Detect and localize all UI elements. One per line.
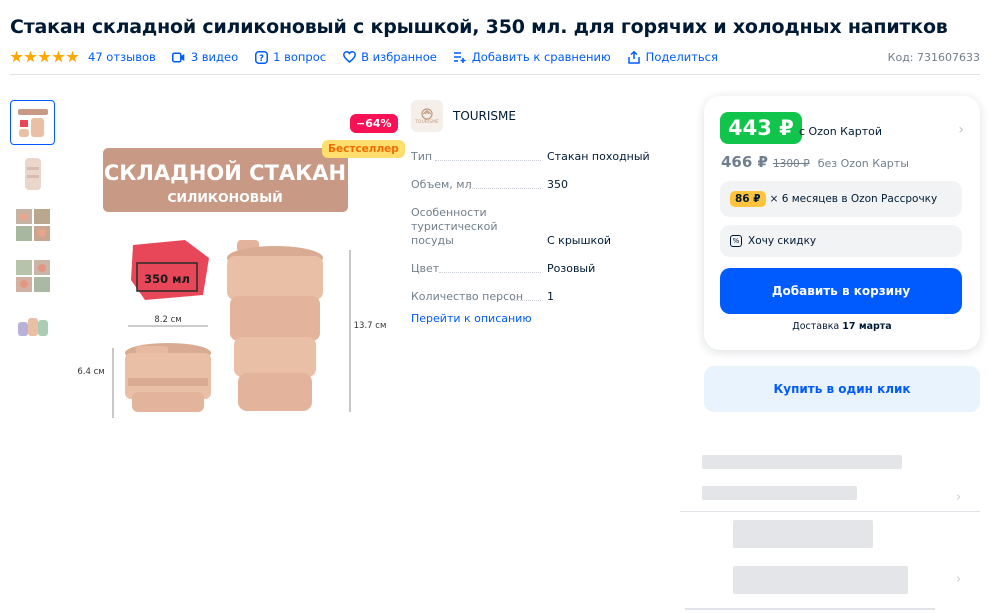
spec-row: Тип Стакан походный — [411, 150, 661, 164]
compare-label: Добавить к сравнению — [471, 50, 611, 64]
installment-amount: 86 ₽ — [730, 191, 766, 207]
spec-key: Цвет — [411, 262, 547, 276]
price-regular-note: без Ozon Карты — [817, 157, 909, 170]
bestseller-badge: Бестселлер — [322, 140, 405, 158]
price-with-card-note: с Ozon Картой — [799, 125, 882, 138]
image-height-tall-label: 13.7 см — [354, 321, 387, 331]
spec-value: Стакан походный — [547, 150, 650, 163]
image-width-label: 8.2 см — [154, 315, 181, 325]
thumbnail-2[interactable] — [10, 151, 55, 196]
brand-logo-icon — [421, 107, 433, 120]
specs-list: Тип Стакан походный Объем, мл 350 Особен… — [411, 150, 661, 318]
spec-key: Количество персон — [411, 290, 547, 304]
videos-label: 3 видео — [190, 50, 239, 64]
sku-code: Код: 731607633 — [887, 50, 980, 64]
spec-value: С крышкой — [547, 234, 612, 247]
bottom-divider — [685, 608, 935, 610]
compare-icon — [453, 50, 467, 64]
questions-label: 1 вопрос — [273, 50, 327, 64]
spec-row: Объем, мл 350 — [411, 178, 661, 192]
image-subheadline: СИЛИКОНОВЫЙ — [167, 190, 282, 205]
spec-value: Розовый — [547, 262, 596, 275]
spec-row: Цвет Розовый — [411, 262, 661, 276]
brand-logo-text: TOURISME — [415, 119, 439, 125]
star-icon — [52, 50, 65, 63]
want-discount-label: Хочу скидку — [748, 235, 817, 247]
delivery-date: 17 марта — [842, 321, 892, 332]
price-regular: 466 ₽ — [721, 153, 768, 171]
header-divider — [10, 74, 980, 75]
price-without-card: 466 ₽ 1300 ₽ без Ozon Карты — [721, 153, 909, 171]
buy-one-click-button[interactable]: Купить в один клик — [704, 366, 980, 412]
add-to-cart-button[interactable]: Добавить в корзину — [720, 268, 962, 314]
compare-link[interactable]: Добавить к сравнению — [453, 50, 611, 64]
star-icon — [38, 50, 51, 63]
brand-block[interactable]: TOURISME TOURISME — [411, 100, 516, 132]
star-icon — [24, 50, 37, 63]
rating-stars[interactable] — [10, 50, 79, 64]
thumbnail-3[interactable] — [10, 202, 55, 247]
share-label: Поделиться — [645, 50, 718, 64]
image-height-short-label: 6.4 см — [77, 367, 104, 377]
share-link[interactable]: Поделиться — [627, 50, 718, 64]
star-icon — [66, 50, 79, 63]
videos-link[interactable]: 3 видео — [172, 50, 238, 64]
delivery-info: Доставка 17 марта — [704, 321, 980, 332]
spec-row: Количество персон 1 — [411, 290, 661, 304]
questions-link[interactable]: ? 1 вопрос — [254, 50, 326, 64]
discount-tag-icon: % — [730, 235, 742, 247]
thumbnail-4[interactable] — [10, 253, 55, 298]
thumbnail-image — [24, 157, 41, 190]
discount-badge: −64% — [350, 114, 398, 133]
blurred-seller-block — [733, 520, 873, 548]
favorite-label: В избранное — [361, 50, 437, 64]
want-discount-button[interactable]: % Хочу скидку — [720, 225, 962, 257]
seller-divider — [680, 511, 980, 512]
spec-key: Объем, мл — [411, 178, 547, 192]
star-icon — [10, 50, 23, 63]
goto-description-link[interactable]: Перейти к описанию — [411, 312, 532, 325]
brand-name: TOURISME — [453, 109, 516, 123]
thumbnail-list — [10, 100, 56, 355]
svg-text:?: ? — [259, 54, 264, 64]
blurred-seller-block — [733, 566, 908, 594]
spec-value: 1 — [547, 290, 554, 303]
thumbnail-image — [15, 259, 50, 292]
buy-card: 443 ₽ с Ozon Картой › 466 ₽ 1300 ₽ без O… — [704, 96, 980, 350]
thumbnail-5[interactable] — [10, 304, 55, 349]
favorite-link[interactable]: В избранное — [342, 50, 437, 64]
thumbnail-image — [17, 317, 48, 336]
price-with-card[interactable]: 443 ₽ — [720, 112, 802, 144]
image-headline: СКЛАДНОЙ СТАКАН — [104, 160, 346, 185]
spec-row: Особенности туристической посуды С крышк… — [411, 206, 661, 248]
chevron-right-icon[interactable]: › — [956, 490, 961, 505]
reviews-link[interactable]: 47 отзывов — [88, 50, 156, 64]
spec-key: Особенности туристической посуды — [411, 206, 498, 247]
spec-value: 350 — [547, 178, 568, 191]
installment-block[interactable]: 86 ₽ × 6 месяцев в Ozon Рассрочку — [720, 181, 962, 217]
share-icon — [627, 50, 641, 64]
price-old: 1300 ₽ — [772, 158, 810, 170]
thumbnail-1[interactable] — [10, 100, 55, 145]
image-volume: 350 мл — [144, 272, 190, 286]
thumbnail-image — [17, 108, 48, 137]
delivery-label: Доставка — [792, 321, 840, 332]
heart-icon — [342, 50, 356, 64]
question-icon: ? — [254, 50, 268, 64]
chevron-right-icon[interactable]: › — [958, 122, 964, 138]
product-title: Стакан складной силиконовый с крышкой, 3… — [10, 16, 948, 38]
chevron-right-icon[interactable]: › — [956, 572, 961, 587]
product-meta-row: 47 отзывов 3 видео ? 1 вопрос В избранно… — [10, 48, 980, 66]
blurred-seller-name — [702, 455, 902, 469]
blurred-seller-info — [702, 486, 857, 500]
video-icon — [172, 50, 186, 64]
thumbnail-image — [15, 208, 50, 241]
spec-key: Тип — [411, 150, 547, 164]
installment-text: × 6 месяцев в Ozon Рассрочку — [769, 193, 938, 205]
brand-logo: TOURISME — [411, 100, 443, 132]
